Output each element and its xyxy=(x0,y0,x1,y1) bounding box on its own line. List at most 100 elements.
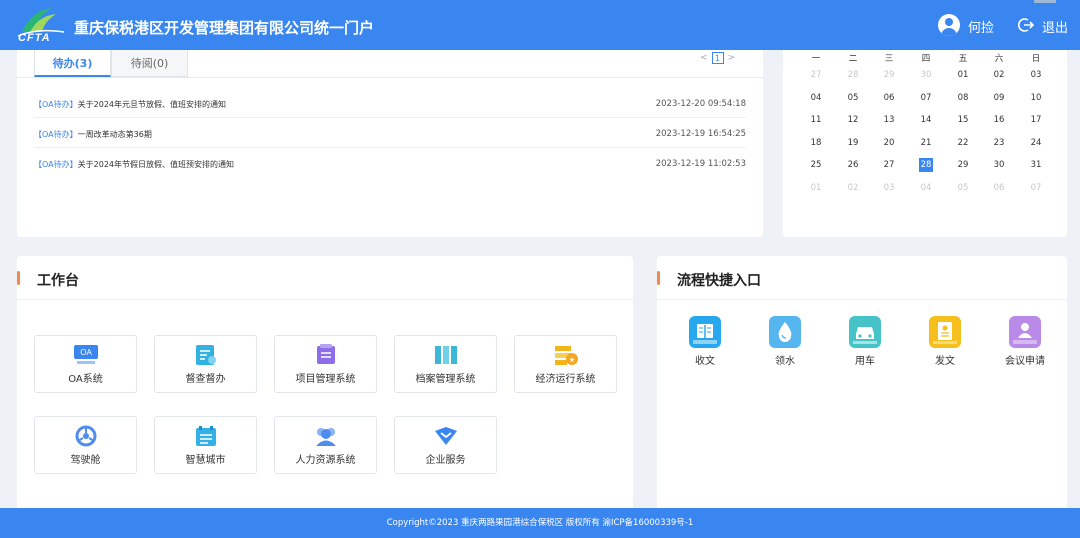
calendar-day[interactable]: 08 xyxy=(954,91,972,105)
smart-city-icon xyxy=(193,425,219,447)
calendar-day[interactable]: 31 xyxy=(1027,158,1045,172)
calendar-day[interactable]: 20 xyxy=(880,136,898,150)
tabs-divider xyxy=(17,77,763,78)
cockpit-icon xyxy=(73,425,99,447)
app-tile-label: 督查督办 xyxy=(185,374,226,385)
calendar-day[interactable]: 12 xyxy=(844,113,862,127)
enterprise-icon xyxy=(433,425,459,447)
receive-doc-icon xyxy=(689,316,721,348)
calendar-day[interactable]: 01 xyxy=(954,68,972,82)
calendar-day[interactable]: 29 xyxy=(880,68,898,82)
hr-icon xyxy=(313,425,339,447)
todo-time: 2023-12-19 16:54:25 xyxy=(655,129,746,139)
calendar-day[interactable]: 10 xyxy=(1027,91,1045,105)
company-logo[interactable]: CFTA xyxy=(16,6,68,46)
next-page-button[interactable]: > xyxy=(728,53,736,63)
flow-shortcut-label: 收文 xyxy=(695,356,715,367)
calendar-day[interactable]: 06 xyxy=(990,181,1008,195)
calendar-day-today[interactable]: 28 xyxy=(919,158,933,173)
todo-item[interactable]: 【OA待办】关于2024年节假日放假、值班预安排的通知 2023-12-19 1… xyxy=(34,148,746,178)
page-number-button[interactable]: 1 xyxy=(711,52,724,64)
calendar-day[interactable]: 05 xyxy=(954,181,972,195)
calendar-day[interactable]: 13 xyxy=(880,113,898,127)
flow-shortcut-item[interactable]: 用车 xyxy=(835,316,895,368)
app-title: 重庆保税港区开发管理集团有限公司统一门户 xyxy=(74,19,375,37)
flow-shortcut-item[interactable]: 领水 xyxy=(755,316,815,368)
app-tile[interactable]: 档案管理系统 xyxy=(394,335,497,393)
calendar-day[interactable]: 19 xyxy=(844,136,862,150)
calendar-day[interactable]: 09 xyxy=(990,91,1008,105)
calendar-day[interactable]: 14 xyxy=(917,113,935,127)
flow-header: 流程快捷入口 xyxy=(657,256,1067,300)
prev-page-button[interactable]: < xyxy=(700,53,708,63)
calendar-day[interactable]: 30 xyxy=(990,158,1008,172)
app-tile[interactable]: OA OA系统 xyxy=(34,335,137,393)
flow-shortcut-label: 会议申请 xyxy=(1005,356,1045,367)
calendar-day[interactable]: 28 xyxy=(844,68,862,82)
todo-time: 2023-12-19 11:02:53 xyxy=(655,159,746,169)
calendar-day[interactable]: 02 xyxy=(844,181,862,195)
calendar-day[interactable]: 11 xyxy=(807,113,825,127)
calendar-day[interactable]: 22 xyxy=(954,136,972,150)
todo-title[interactable]: 一周改革动态第36期 xyxy=(78,130,152,139)
todo-item[interactable]: 【OA待办】一周改革动态第36期 2023-12-19 16:54:25 xyxy=(34,118,746,148)
calendar-day[interactable]: 03 xyxy=(880,181,898,195)
calendar-day[interactable]: 06 xyxy=(880,91,898,105)
tab-to-read[interactable]: 待阅(0) xyxy=(111,50,188,77)
calendar-day[interactable]: 01 xyxy=(807,181,825,195)
calendar-day[interactable]: 17 xyxy=(1027,113,1045,127)
flow-shortcut-label: 用车 xyxy=(855,356,875,367)
todo-title[interactable]: 关于2024年元旦节放假、值班安排的通知 xyxy=(78,100,226,109)
calendar-day[interactable]: 07 xyxy=(917,91,935,105)
calendar-day[interactable]: 04 xyxy=(807,91,825,105)
app-tile[interactable]: 企业服务 xyxy=(394,416,497,474)
calendar-day[interactable]: 30 xyxy=(917,68,935,82)
calendar-day[interactable]: 23 xyxy=(990,136,1008,150)
title-accent-bar xyxy=(17,271,20,285)
todo-tabs: 待办(3) 待阅(0) xyxy=(34,50,188,77)
flow-shortcut-label: 领水 xyxy=(775,356,795,367)
calendar-day[interactable]: 03 xyxy=(1027,68,1045,82)
calendar-day[interactable]: 21 xyxy=(917,136,935,150)
water-icon xyxy=(769,316,801,348)
app-tile[interactable]: 项目管理系统 xyxy=(274,335,377,393)
user-menu[interactable]: 何捡 xyxy=(938,13,994,36)
calendar-weekday: 三 xyxy=(884,54,894,64)
app-tile[interactable]: ★ 经济运行系统 xyxy=(514,335,617,393)
calendar-day[interactable]: 27 xyxy=(807,68,825,82)
todo-title[interactable]: 关于2024年节假日放假、值班预安排的通知 xyxy=(78,160,234,169)
app-tile[interactable]: 人力资源系统 xyxy=(274,416,377,474)
calendar-day[interactable]: 02 xyxy=(990,68,1008,82)
flow-shortcut-item[interactable]: 发文 xyxy=(915,316,975,368)
app-tile-label: 智慧城市 xyxy=(185,455,226,466)
calendar-day[interactable]: 24 xyxy=(1027,136,1045,150)
calendar-day[interactable]: 15 xyxy=(954,113,972,127)
calendar-day[interactable]: 07 xyxy=(1027,181,1045,195)
calendar-day[interactable]: 27 xyxy=(880,158,898,172)
calendar-day[interactable]: 25 xyxy=(807,158,825,172)
calendar-day[interactable]: 29 xyxy=(954,158,972,172)
tab-pending[interactable]: 待办(3) xyxy=(34,50,111,77)
app-tile-label: 项目管理系统 xyxy=(295,374,356,385)
todo-item[interactable]: 【OA待办】关于2024年元旦节放假、值班安排的通知 2023-12-20 09… xyxy=(34,88,746,118)
calendar-day[interactable]: 18 xyxy=(807,136,825,150)
calendar-day[interactable]: 16 xyxy=(990,113,1008,127)
todo-tag: 【OA待办】 xyxy=(34,130,78,139)
calendar-weekday: 日 xyxy=(1031,54,1041,64)
app-tile[interactable]: 智慧城市 xyxy=(154,416,257,474)
calendar-day[interactable]: 26 xyxy=(844,158,862,172)
calendar-day[interactable]: 05 xyxy=(844,91,862,105)
user-avatar-icon xyxy=(938,13,960,36)
calendar-weekday: 二 xyxy=(848,54,858,64)
app-tile-label: OA系统 xyxy=(68,374,103,385)
workbench-header: 工作台 xyxy=(17,256,633,300)
app-tile[interactable]: 驾驶舱 xyxy=(34,416,137,474)
logout-button[interactable]: 退出 xyxy=(1018,17,1068,36)
logo-text: CFTA xyxy=(18,32,51,44)
flow-shortcut-item[interactable]: 收文 xyxy=(675,316,735,368)
calendar-day[interactable]: 04 xyxy=(917,181,935,195)
flow-shortcut-item[interactable]: 会议申请 xyxy=(995,316,1055,368)
app-tile[interactable]: 督查督办 xyxy=(154,335,257,393)
app-tile-label: 经济运行系统 xyxy=(535,374,596,385)
title-accent-bar xyxy=(657,271,660,285)
